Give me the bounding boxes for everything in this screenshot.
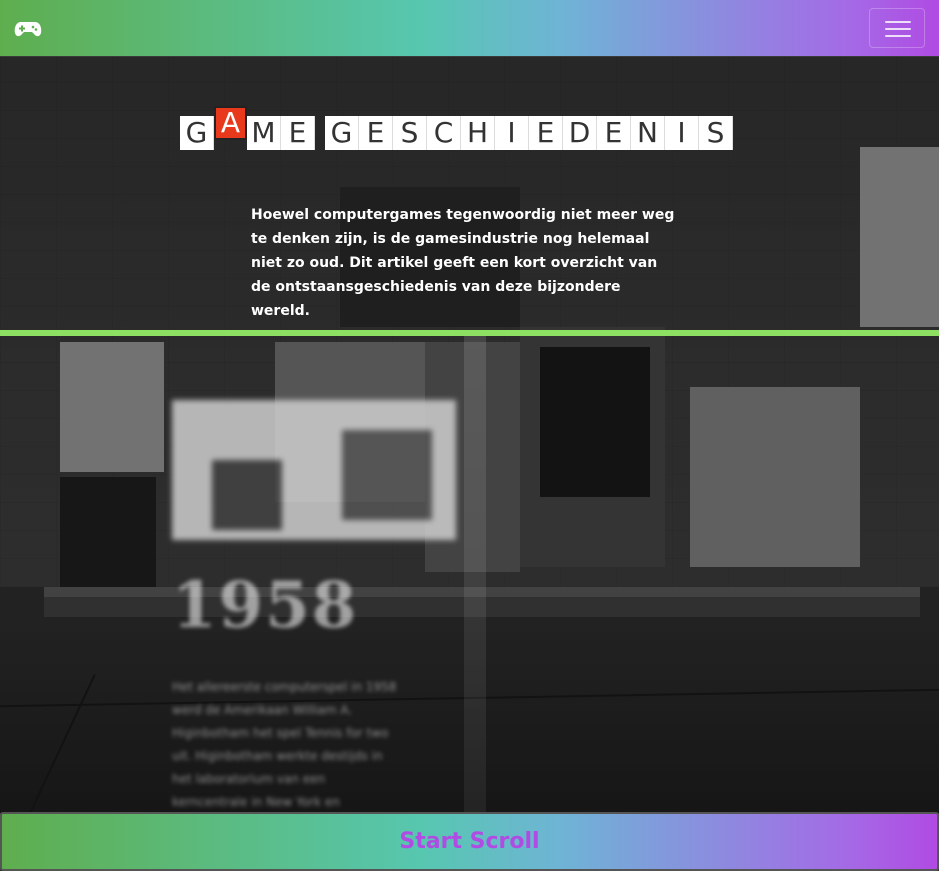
title-letter: G — [180, 116, 214, 150]
start-scroll-label: Start Scroll — [399, 829, 540, 854]
timeline-photo — [172, 400, 456, 540]
title-letter: E — [529, 116, 563, 150]
hamburger-line — [885, 28, 911, 30]
title-letter: C — [427, 116, 461, 150]
title-letter: I — [665, 116, 699, 150]
title-letter: I — [495, 116, 529, 150]
photo-detail — [212, 460, 282, 530]
title-letter-highlight: A — [214, 106, 247, 140]
navbar — [0, 0, 939, 57]
title-letter: M — [247, 116, 281, 150]
hamburger-line — [885, 35, 911, 37]
title-gap — [315, 116, 325, 150]
intro-text: Hoewel computergames tegenwoordig niet m… — [251, 207, 675, 319]
title-letter: S — [393, 116, 427, 150]
title-letter: G — [325, 116, 359, 150]
photo-detail — [342, 430, 432, 520]
title-letter: D — [563, 116, 597, 150]
start-scroll-button[interactable]: Start Scroll — [0, 812, 939, 871]
gamepad-icon[interactable] — [14, 20, 42, 38]
timeline-text: Het allereerste computerspel in 1958 wer… — [172, 680, 397, 809]
timeline-year: 1958 — [172, 568, 359, 643]
hamburger-menu-button[interactable] — [869, 8, 925, 48]
title-letter: E — [359, 116, 393, 150]
light-beam — [464, 336, 486, 816]
title-letter: E — [597, 116, 631, 150]
title-letter: N — [631, 116, 665, 150]
title-letter: E — [281, 116, 315, 150]
title-letter: S — [699, 116, 733, 150]
title-letter: H — [461, 116, 495, 150]
hamburger-menu-icon — [885, 21, 911, 23]
page-title: GAMEGESCHIEDENIS — [180, 106, 733, 152]
